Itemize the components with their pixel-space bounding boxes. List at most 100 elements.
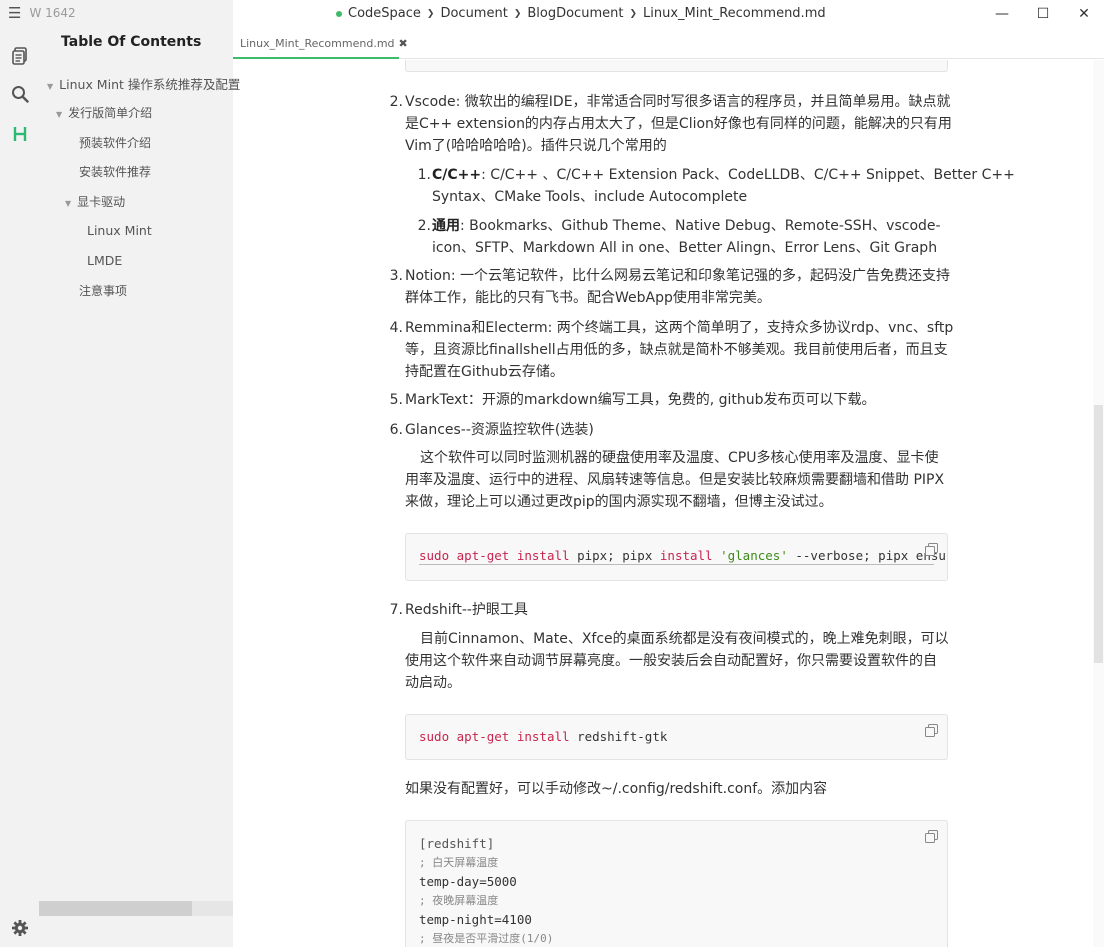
line-text: : C/C++ 、C/C++ Extension Pack、CodeLLDB、C… — [481, 167, 1015, 183]
copy-icon[interactable] — [925, 724, 938, 737]
code-token: apt-get — [456, 729, 510, 744]
toc-item-label: 安装软件推荐 — [79, 165, 152, 179]
paragraph-line: 等，且资源比finallshell占用低的多，缺点就是简朴不够美观。我目前使用后… — [405, 342, 948, 358]
paragraph-line: MarkText：开源的markdown编写工具，免费的, github发布页可… — [405, 392, 876, 408]
paragraph-line: Redshift--护眼工具 — [405, 602, 528, 618]
gear-icon[interactable] — [11, 919, 29, 937]
sidebar: ☰ W 1642 Table Of Contents ▼ Linux Mint 操… — [0, 0, 240, 947]
paragraph-line: 动启动。 — [405, 675, 461, 691]
chevron-right-icon: ❯ — [426, 8, 435, 19]
toc-item-label: 发行版简单介绍 — [68, 106, 153, 120]
minimize-button[interactable]: — — [990, 4, 1014, 24]
toc-item-label: 预装软件介绍 — [79, 136, 152, 150]
paragraph-line: 这个软件可以同时监测机器的硬盘使用率及温度、CPU多核心使用率及温度、显卡使 — [420, 450, 939, 466]
toc-item-label: LMDE — [87, 253, 123, 268]
saved-status-dot — [336, 10, 342, 17]
code-token: sudo — [419, 729, 450, 744]
tab-linux-mint-recommend[interactable]: Linux_Mint_Recommend.md ✖ — [233, 30, 408, 59]
tab-bar: Linux_Mint_Recommend.md ✖ — [233, 30, 1104, 59]
paragraph-line: 群体工作，能比的只有飞书。配合WebApp使用非常完美。 — [405, 290, 771, 306]
code-block[interactable] — [405, 60, 948, 72]
paragraph-line: 目前Cinnamon、Mate、Xfce的桌面系统都是没有夜间模式的，晚上难免刺… — [420, 631, 949, 647]
toc-item-label: 注意事项 — [79, 284, 128, 298]
paragraph-line: 是C++ extension的内存占用太大了，但是Clion好像也有同样的问题，… — [405, 116, 952, 132]
code-comment: ; 夜晚屏幕温度 — [419, 894, 499, 907]
code-line: sudo apt-get install pipx; pipx install … — [419, 548, 946, 563]
toc-item[interactable]: ▼ Linux Mint 操作系统推荐及配置 — [47, 74, 240, 93]
maximize-button[interactable]: ☐ — [1031, 4, 1055, 24]
bold-label: C/C++ — [432, 167, 482, 183]
paragraph-line: icon、SFTP、Markdown All in one、Better Ali… — [432, 240, 938, 256]
toc-item[interactable]: 预装软件介绍 — [79, 134, 151, 151]
toc-item-label: Linux Mint — [87, 223, 152, 238]
code-token: sudo — [419, 548, 450, 563]
code-comment: ; 昼夜是否平滑过度(1/0) — [419, 932, 554, 945]
code-token: --verbose; — [795, 548, 871, 563]
code-token: 'glances' — [720, 548, 788, 563]
scrollbar-thumb[interactable] — [1094, 405, 1103, 663]
close-tab-icon[interactable]: ✖ — [399, 37, 408, 50]
code-block[interactable]: sudo apt-get install redshift-gtk — [405, 714, 948, 760]
code-token: install — [659, 548, 713, 563]
sidebar-horizontal-scrollbar[interactable] — [39, 901, 233, 916]
list-number: 7. — [389, 602, 403, 618]
paragraph-line: Syntax、CMake Tools、include Autocomplete — [432, 189, 748, 205]
code-token: pipx — [622, 548, 653, 563]
files-icon[interactable] — [10, 46, 30, 66]
list-number: 2. — [389, 94, 403, 110]
toc-item-label: Linux Mint 操作系统推荐及配置 — [59, 77, 241, 92]
outline-heading-icon[interactable] — [10, 124, 30, 144]
config-lines: [redshift] ; 白天屏幕温度 temp-day=5000 ; 夜晚屏幕… — [419, 834, 553, 947]
code-token: install — [516, 729, 570, 744]
paragraph-line: Vscode: 微软出的编程IDE，非常适合同时写很多语言的程序员，并且简单易用… — [405, 94, 951, 110]
toc-item[interactable]: ▼ 显卡驱动 — [65, 193, 125, 210]
paragraph-line: Remmina和Electerm: 两个终端工具，这两个简单明了，支持众多协议r… — [405, 320, 954, 336]
paragraph-line: Vim了(哈哈哈哈哈)。插件只说几个常用的 — [405, 138, 667, 154]
breadcrumb-item[interactable]: Linux_Mint_Recommend.md — [643, 6, 826, 21]
sidebar-topbar: ☰ W 1642 — [8, 4, 76, 22]
code-token: apt-get — [456, 548, 510, 563]
code-line: [redshift] — [419, 836, 495, 851]
code-scrollbar[interactable] — [419, 564, 934, 565]
toc-item[interactable]: LMDE — [87, 253, 122, 268]
menu-icon[interactable]: ☰ — [8, 4, 21, 22]
code-line: temp-day=5000 — [419, 874, 517, 889]
title-bar: CodeSpace ❯ Document ❯ BlogDocument ❯ Li… — [233, 0, 1104, 30]
collapse-triangle-icon[interactable]: ▼ — [56, 110, 62, 119]
toc-item[interactable]: 注意事项 — [79, 282, 127, 299]
list-number: 2. — [417, 218, 431, 234]
collapse-triangle-icon[interactable]: ▼ — [47, 82, 53, 91]
copy-icon[interactable] — [925, 830, 938, 843]
editor-vertical-scrollbar[interactable] — [1093, 60, 1104, 947]
copy-icon[interactable] — [925, 543, 938, 556]
list-number: 5. — [389, 392, 403, 408]
toc-item[interactable]: ▼ 发行版简单介绍 — [56, 104, 152, 121]
editor-content[interactable]: 2. Vscode: 微软出的编程IDE，非常适合同时写很多语言的程序员，并且简… — [233, 60, 1093, 947]
code-block[interactable]: sudo apt-get install pipx; pipx install … — [405, 533, 948, 581]
collapse-triangle-icon[interactable]: ▼ — [65, 199, 71, 208]
list-number: 4. — [389, 320, 403, 336]
code-line: temp-night=4100 — [419, 912, 532, 927]
paragraph-line: 通用: Bookmarks、Github Theme、Native Debug、… — [432, 215, 941, 237]
breadcrumb-item[interactable]: Document — [440, 6, 507, 21]
list-number: 6. — [389, 422, 403, 438]
search-icon[interactable] — [10, 84, 30, 104]
breadcrumb-item[interactable]: CodeSpace — [348, 6, 421, 21]
paragraph-line: 来做，理论上可以通过更改pip的国内源实现不翻墙，但博主没试过。 — [405, 494, 833, 510]
code-block[interactable]: [redshift] ; 白天屏幕温度 temp-day=5000 ; 夜晚屏幕… — [405, 820, 948, 947]
chevron-right-icon: ❯ — [629, 8, 637, 19]
close-button[interactable]: ✕ — [1072, 4, 1096, 24]
toc-item[interactable]: Linux Mint — [87, 223, 152, 238]
scrollbar-thumb[interactable] — [39, 901, 192, 916]
list-number: 1. — [417, 167, 431, 183]
breadcrumb: CodeSpace ❯ Document ❯ BlogDocument ❯ Li… — [336, 6, 826, 21]
paragraph-line: Glances--资源监控软件(选装) — [405, 422, 594, 438]
toc-title: Table Of Contents — [61, 34, 202, 50]
toc-item-label: 显卡驱动 — [77, 195, 126, 209]
bold-label: 通用 — [432, 218, 460, 234]
breadcrumb-item[interactable]: BlogDocument — [527, 6, 623, 21]
paragraph-line: C/C++: C/C++ 、C/C++ Extension Pack、CodeL… — [432, 164, 1015, 186]
code-line: sudo apt-get install redshift-gtk — [419, 729, 667, 744]
toc-item[interactable]: 安装软件推荐 — [79, 163, 151, 180]
code-token: redshift-gtk — [577, 729, 668, 744]
